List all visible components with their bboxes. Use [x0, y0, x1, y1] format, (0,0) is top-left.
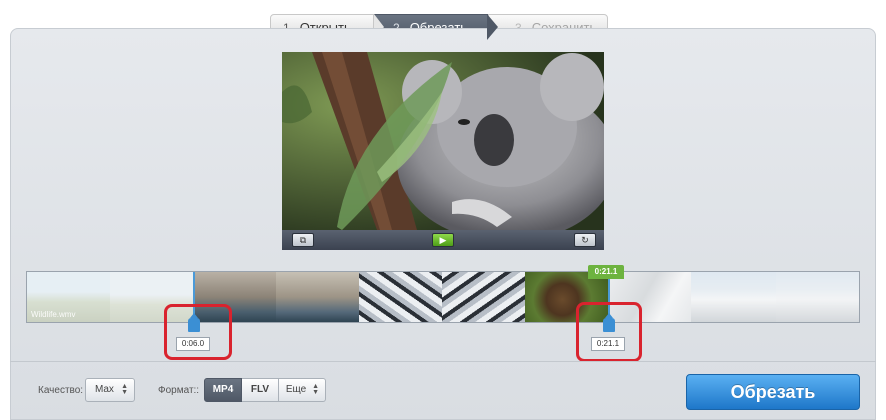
rotate-icon[interactable]: ↻ — [574, 233, 596, 247]
highlight-box — [576, 302, 642, 362]
highlight-box — [164, 304, 232, 360]
format-flv[interactable]: FLV — [242, 378, 279, 402]
format-mp4[interactable]: MP4 — [204, 378, 242, 402]
trim-out-region-end — [609, 272, 859, 322]
format-more[interactable]: Еще ▲ ▼ — [279, 378, 326, 402]
format-label: Формат:: — [158, 385, 200, 396]
quality-label: Качество: — [38, 385, 84, 396]
koala-frame — [282, 52, 604, 230]
video-preview — [282, 52, 604, 230]
cut-button[interactable]: Обрезать — [686, 374, 860, 410]
end-time-marker: 0:21.1 — [588, 265, 624, 279]
quality-select[interactable]: Max ▲ ▼ — [85, 378, 135, 402]
play-icon[interactable]: ▶ — [432, 233, 454, 247]
format-more-label: Еще — [285, 384, 307, 395]
watermark-label: Wildlife.wmv — [31, 310, 76, 319]
divider — [10, 361, 876, 362]
timeline-frame — [359, 272, 442, 322]
screen-icon[interactable]: ⧉ — [292, 233, 314, 247]
video-controls: ⧉ ▶ ↻ — [282, 230, 604, 250]
updown-arrows-icon: ▲ ▼ — [312, 383, 319, 396]
quality-value: Max — [95, 384, 114, 395]
timeline-strip[interactable]: Wildlife.wmv — [26, 271, 860, 323]
format-selector: MP4 FLV Еще ▲ ▼ — [204, 378, 326, 402]
updown-arrows-icon: ▲ ▼ — [121, 383, 128, 396]
timeline-frame — [276, 272, 359, 322]
timeline-frame — [442, 272, 525, 322]
